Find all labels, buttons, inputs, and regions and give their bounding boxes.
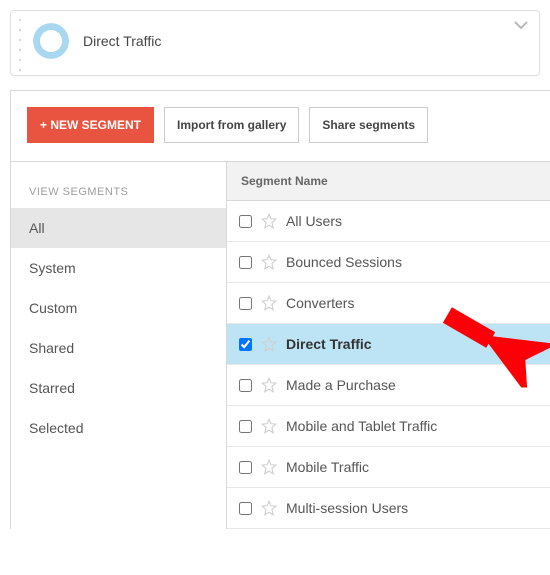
segment-checkbox[interactable]	[239, 338, 252, 351]
segment-row[interactable]: Mobile and Tablet Traffic	[227, 406, 550, 447]
segment-label: Mobile Traffic	[286, 459, 369, 475]
star-icon[interactable]	[260, 294, 278, 312]
plus-icon: +	[40, 118, 50, 132]
segments-panel: + NEW SEGMENT Import from gallery Share …	[10, 90, 550, 529]
segment-label: Made a Purchase	[286, 377, 396, 393]
segment-checkbox[interactable]	[239, 420, 252, 433]
segment-summary-card[interactable]: Direct Traffic	[10, 10, 540, 76]
segment-label: Multi-session Users	[286, 500, 408, 516]
segment-row[interactable]: All Users	[227, 201, 550, 242]
content: VIEW SEGMENTS AllSystemCustomSharedStarr…	[11, 161, 550, 529]
star-icon[interactable]	[260, 335, 278, 353]
segments-table: Segment Name All Users Bounced Sessions Co…	[226, 161, 550, 529]
segment-label: Mobile and Tablet Traffic	[286, 418, 437, 434]
segment-label: Bounced Sessions	[286, 254, 402, 270]
segment-row[interactable]: Direct Traffic	[227, 324, 550, 365]
drag-handle[interactable]	[11, 11, 21, 75]
star-icon[interactable]	[260, 458, 278, 476]
sidebar-header: VIEW SEGMENTS	[11, 172, 226, 208]
sidebar: VIEW SEGMENTS AllSystemCustomSharedStarr…	[11, 161, 226, 529]
segment-checkbox[interactable]	[239, 215, 252, 228]
star-icon[interactable]	[260, 253, 278, 271]
star-icon[interactable]	[260, 499, 278, 517]
new-segment-button[interactable]: + NEW SEGMENT	[27, 107, 154, 143]
sidebar-item-shared[interactable]: Shared	[11, 328, 226, 368]
segment-row[interactable]: Mobile Traffic	[227, 447, 550, 488]
new-segment-label: NEW SEGMENT	[50, 118, 141, 132]
chevron-down-icon[interactable]	[513, 17, 529, 36]
segment-label: Converters	[286, 295, 354, 311]
segment-checkbox[interactable]	[239, 502, 252, 515]
star-icon[interactable]	[260, 417, 278, 435]
segment-row[interactable]: Made a Purchase	[227, 365, 550, 406]
toolbar: + NEW SEGMENT Import from gallery Share …	[11, 91, 550, 161]
sidebar-item-selected[interactable]: Selected	[11, 408, 226, 448]
sidebar-item-custom[interactable]: Custom	[11, 288, 226, 328]
sidebar-item-starred[interactable]: Starred	[11, 368, 226, 408]
sidebar-item-all[interactable]: All	[11, 208, 226, 248]
segment-label: Direct Traffic	[286, 336, 372, 352]
sidebar-item-system[interactable]: System	[11, 248, 226, 288]
segment-checkbox[interactable]	[239, 379, 252, 392]
donut-chart-icon	[33, 23, 69, 59]
segment-label: All Users	[286, 213, 342, 229]
segment-checkbox[interactable]	[239, 297, 252, 310]
segment-checkbox[interactable]	[239, 256, 252, 269]
segment-checkbox[interactable]	[239, 461, 252, 474]
segment-row[interactable]: Bounced Sessions	[227, 242, 550, 283]
column-header-name: Segment Name	[227, 161, 550, 201]
segment-summary-title: Direct Traffic	[83, 33, 161, 49]
import-button[interactable]: Import from gallery	[164, 107, 299, 143]
segment-row[interactable]: Multi-session Users	[227, 488, 550, 529]
star-icon[interactable]	[260, 376, 278, 394]
segment-row[interactable]: Converters	[227, 283, 550, 324]
star-icon[interactable]	[260, 212, 278, 230]
share-button[interactable]: Share segments	[309, 107, 428, 143]
